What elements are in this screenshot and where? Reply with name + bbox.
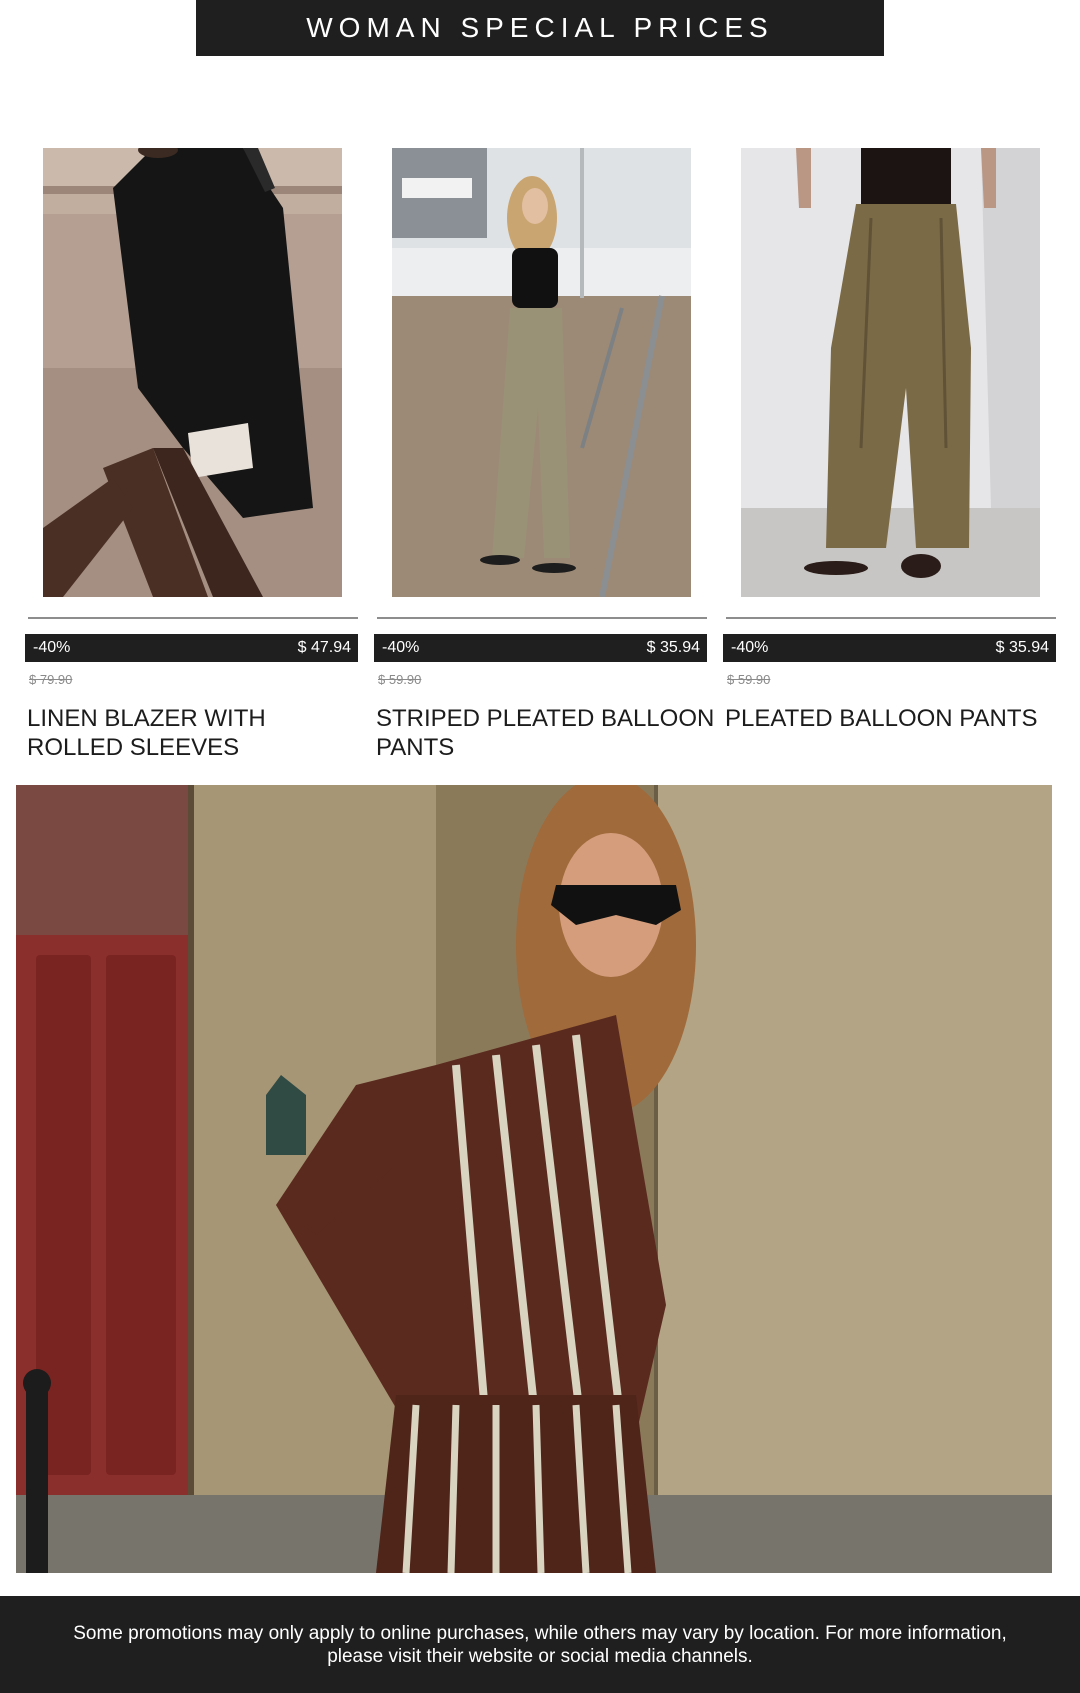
price-bar: -40% $ 47.94: [25, 634, 358, 662]
sale-price: $ 47.94: [297, 639, 351, 656]
promo-banner: WOMAN SPECIAL PRICES: [196, 0, 884, 56]
discount-badge: -40%: [382, 639, 420, 656]
original-price: $ 79.90: [29, 672, 73, 687]
divider: [28, 617, 358, 619]
price-bar: -40% $ 35.94: [374, 634, 707, 662]
product-image-linen-blazer[interactable]: [43, 148, 342, 597]
sale-price: $ 35.94: [646, 639, 700, 656]
disclaimer-text: Some promotions may only apply to online…: [73, 1622, 1007, 1667]
divider: [377, 617, 707, 619]
discount-badge: -40%: [33, 639, 71, 656]
sale-price: $ 35.94: [995, 639, 1049, 656]
original-price: $ 59.90: [378, 672, 422, 687]
product-image-balloon-pants[interactable]: [741, 148, 1040, 597]
product-name[interactable]: STRIPED PLEATED BALLOON PANTS: [376, 704, 716, 762]
discount-badge: -40%: [731, 639, 769, 656]
product-name[interactable]: PLEATED BALLOON PANTS: [725, 704, 1065, 733]
divider: [726, 617, 1056, 619]
product-name[interactable]: LINEN BLAZER WITH ROLLED SLEEVES: [27, 704, 367, 762]
product-image-striped-pants[interactable]: [392, 148, 691, 597]
hero-image[interactable]: [16, 785, 1052, 1573]
price-bar: -40% $ 35.94: [723, 634, 1056, 662]
banner-title: WOMAN SPECIAL PRICES: [306, 12, 774, 43]
original-price: $ 59.90: [727, 672, 771, 687]
disclaimer-footer: Some promotions may only apply to online…: [0, 1596, 1080, 1693]
